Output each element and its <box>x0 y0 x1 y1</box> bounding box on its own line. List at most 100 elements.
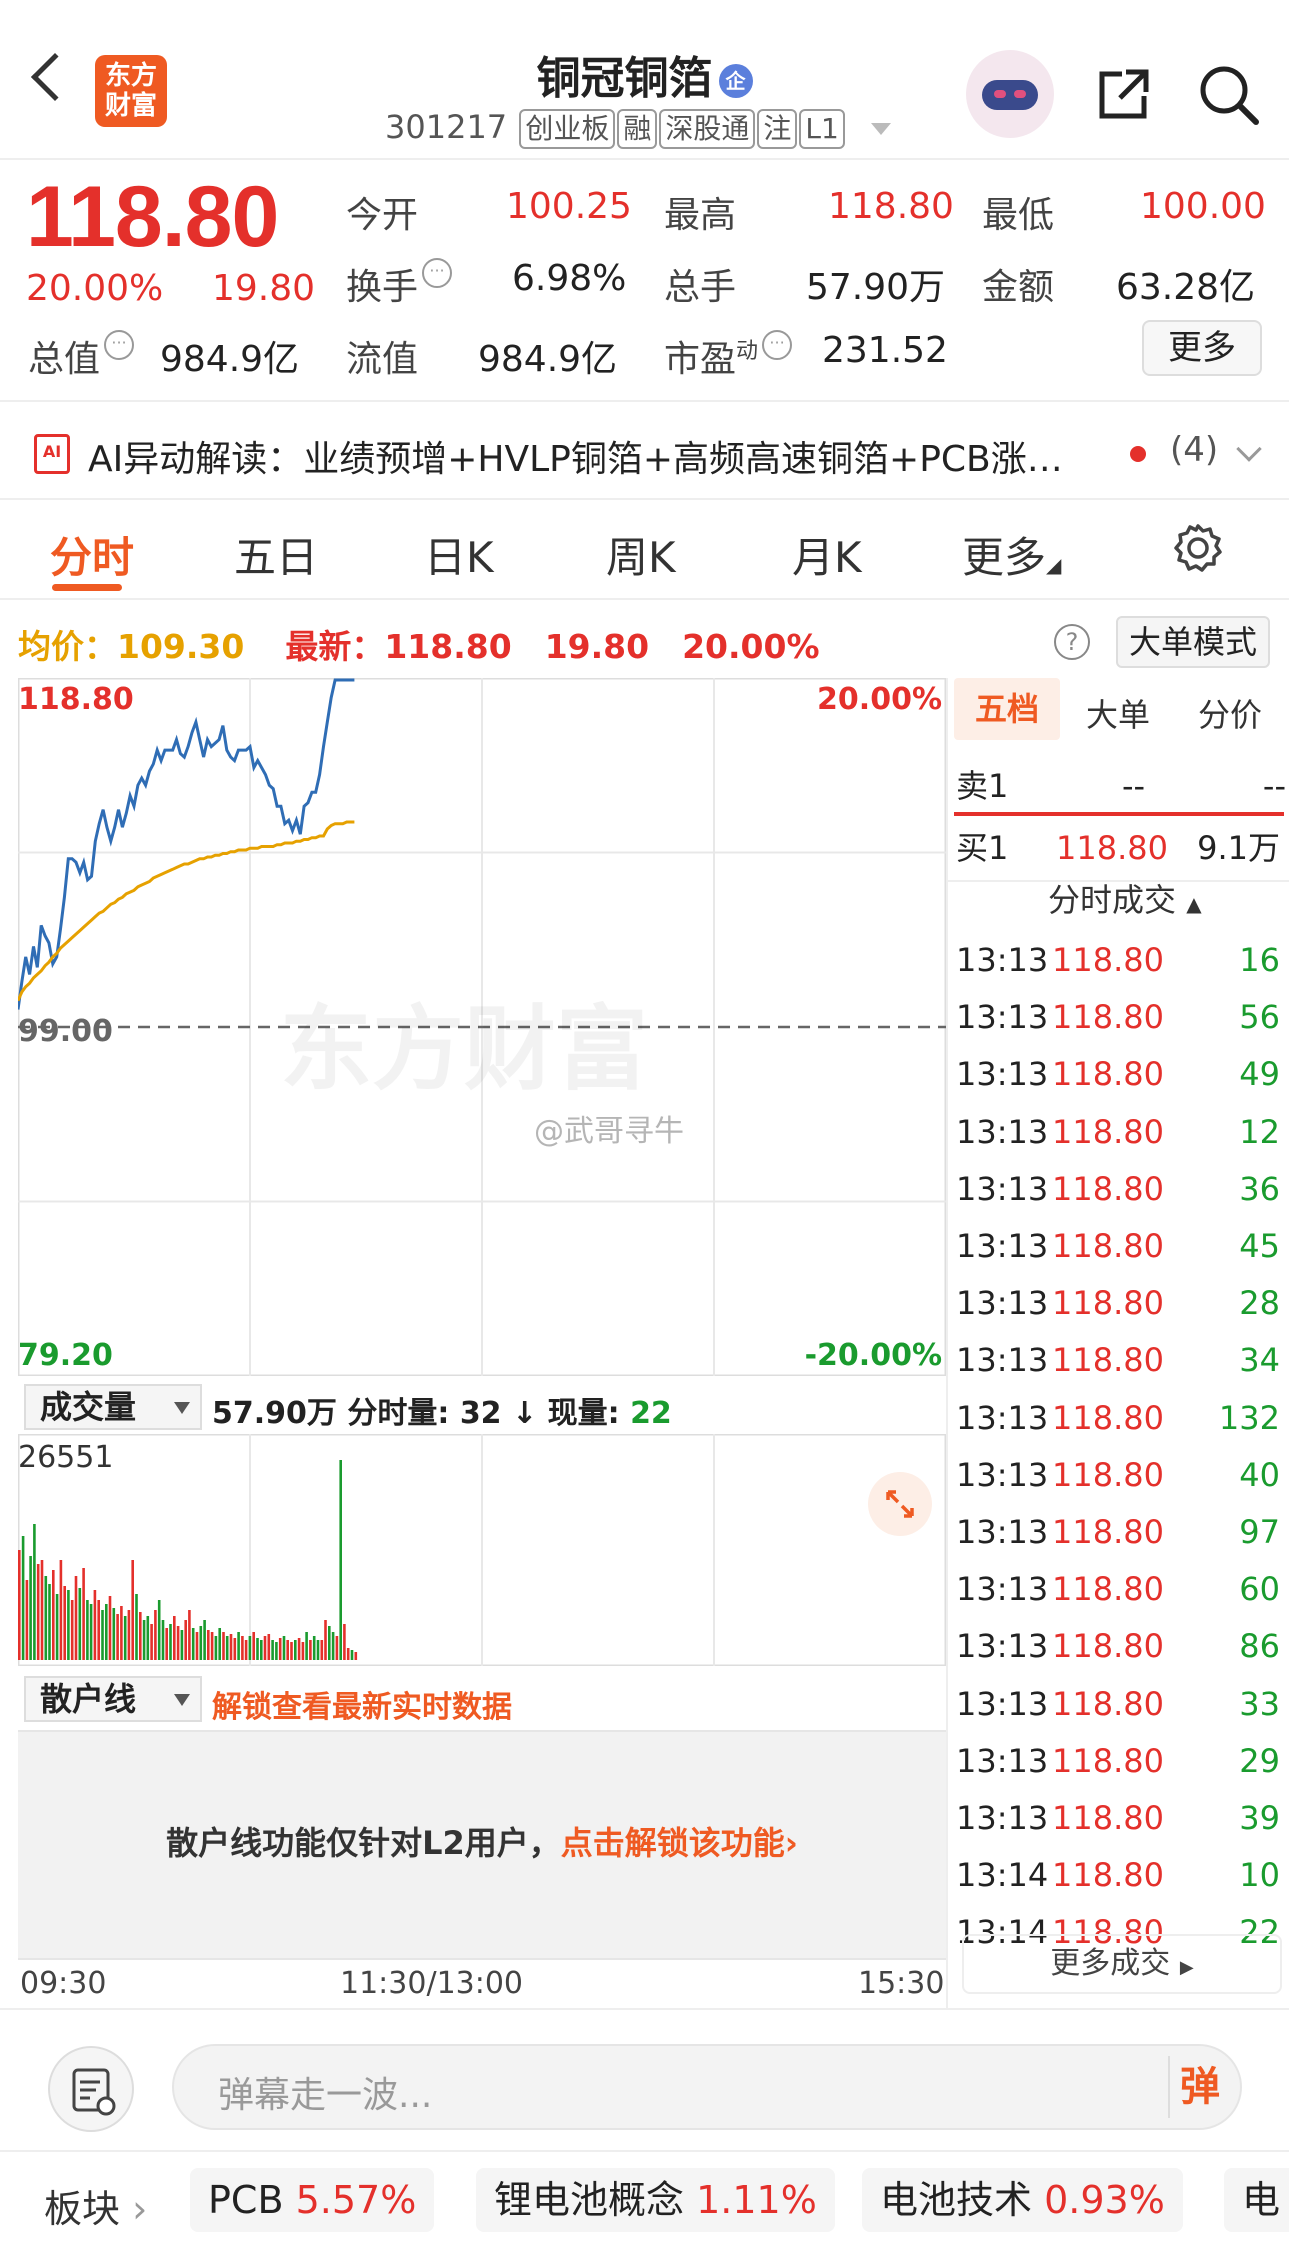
sector-label[interactable]: 板块 › <box>44 2178 147 2233</box>
last-price: 118.80 <box>26 169 279 265</box>
mktcap-label[interactable]: 总值 ··· <box>28 330 135 382</box>
tick-row: 13:13 118.80 28 <box>956 1275 1286 1332</box>
tick-price: 118.80 <box>1052 1799 1164 1837</box>
volume-bar <box>297 1638 301 1660</box>
tick-volume: 86 <box>1239 1627 1280 1666</box>
tick-row: 13:13 118.80 36 <box>956 1161 1286 1218</box>
tick-row: 13:13 118.80 49 <box>956 1046 1286 1103</box>
volume-bar <box>150 1624 153 1660</box>
volume-bar <box>275 1642 278 1660</box>
tick-row: 13:13 118.80 97 <box>956 1504 1286 1561</box>
tick-price: 118.80 <box>1052 1627 1164 1666</box>
tab-active-indicator <box>52 584 122 591</box>
volume-bar <box>44 1576 48 1660</box>
volume-bar <box>131 1560 134 1660</box>
volume-bar <box>21 1536 25 1660</box>
expand-icon[interactable] <box>868 1472 932 1536</box>
tab-big-orders[interactable]: 大单 <box>1086 690 1150 736</box>
help-icon[interactable]: ? <box>1054 624 1090 660</box>
tick-time: 13:13 <box>956 1169 1049 1208</box>
sector-chip[interactable]: 电 <box>1224 2168 1289 2232</box>
danmu-send-button[interactable]: 弹 <box>1168 2056 1230 2118</box>
volume-bar <box>173 1616 176 1660</box>
tab-monthly-k[interactable]: 月K <box>792 524 862 585</box>
chevron-down-icon[interactable] <box>1236 436 1262 462</box>
latest-pct: 20.00% <box>682 627 820 666</box>
danmu-placeholder: 弹幕走一波... <box>218 2075 433 2116</box>
volume-bar <box>331 1632 335 1660</box>
tick-volume: 40 <box>1239 1455 1280 1494</box>
volume-bar <box>93 1590 97 1660</box>
big-order-mode-button[interactable]: 大单模式 <box>1116 616 1270 668</box>
volume-value: 57.90万 <box>806 267 946 308</box>
chevron-down-icon[interactable] <box>870 123 891 135</box>
tab-weekly-k[interactable]: 周K <box>606 524 676 585</box>
tick-time: 13:13 <box>956 1513 1049 1551</box>
pct-top-label: 20.00% <box>817 682 942 717</box>
unlock-feature-link[interactable]: 点击解锁该功能› <box>561 1824 798 1862</box>
volume-bar <box>139 1612 142 1660</box>
ticks-title[interactable]: 分时成交 ▲ <box>1048 868 1288 936</box>
sector-pct: 5.57% <box>295 2178 417 2222</box>
sector-pct: 1.11% <box>696 2178 817 2222</box>
volume-bar <box>33 1524 36 1660</box>
tick-price: 118.80 <box>1052 1055 1164 1094</box>
sector-chip[interactable]: 锂电池概念 1.11% <box>476 2168 835 2232</box>
volume-bar <box>184 1620 187 1660</box>
volume-bar <box>207 1630 210 1660</box>
info-icon[interactable]: ··· <box>422 258 453 288</box>
tab-intraday[interactable]: 分时 <box>50 524 134 585</box>
cur-vol-value: 32 <box>459 1396 502 1431</box>
ai-insight-text: AI异动解读：业绩预增+HVLP铜箔+高频高速铜箔+PCB涨… <box>88 430 1118 482</box>
change-pct: 20.00% <box>26 268 164 309</box>
tab-price-dist[interactable]: 分价 <box>1198 690 1262 736</box>
cur-vol-label: 分时量: <box>347 1396 450 1431</box>
danmu-input[interactable]: 弹幕走一波... 弹 <box>172 2044 1242 2130</box>
volume-bar <box>74 1576 78 1660</box>
pct-bottom-label: -20.00% <box>804 1338 942 1373</box>
share-icon[interactable] <box>1096 66 1152 122</box>
more-ticks-button[interactable]: 更多成交 ▶ <box>962 1934 1282 1994</box>
float-cap-value: 984.9亿 <box>478 339 618 380</box>
amount-value: 63.28亿 <box>1116 267 1256 308</box>
volume-bar <box>48 1584 51 1660</box>
volume-bar <box>335 1636 339 1660</box>
message-icon[interactable] <box>48 2046 134 2132</box>
volume-bar <box>36 1564 40 1660</box>
quote-more-button[interactable]: 更多 <box>1142 320 1262 376</box>
ai-insight-row[interactable]: AI AI异动解读：业绩预增+HVLP铜箔+高频高速铜箔+PCB涨… (4) <box>0 400 1289 500</box>
tick-price: 118.80 <box>1052 998 1164 1037</box>
tick-volume: 36 <box>1239 1169 1280 1208</box>
tab-more-label: 更多 <box>962 533 1047 582</box>
indicator-selector-retail[interactable]: 散户线 <box>24 1676 202 1722</box>
locked-feature-panel[interactable]: 散户线功能仅针对L2用户，点击解锁该功能› <box>18 1730 946 1960</box>
info-icon[interactable]: ··· <box>104 330 135 360</box>
info-icon[interactable]: ··· <box>762 330 793 360</box>
tab-5day[interactable]: 五日 <box>234 524 318 585</box>
tab-five-levels[interactable]: 五档 <box>954 678 1060 740</box>
volume-chart[interactable]: 26551 <box>17 1433 947 1667</box>
tick-price: 118.80 <box>1052 1398 1164 1437</box>
turnover-label[interactable]: 换手 ··· <box>346 258 453 310</box>
sort-up-icon: ▲ <box>1186 892 1202 916</box>
sector-chip[interactable]: 电池技术 0.93% <box>862 2168 1183 2232</box>
tab-daily-k[interactable]: 日K <box>424 524 494 585</box>
sell1-row: 卖1 -- -- <box>956 758 1286 814</box>
pe-dynamic-sup: 动 <box>736 339 759 364</box>
unlock-link[interactable]: 解锁查看最新实时数据 <box>212 1682 512 1726</box>
volume-bar <box>82 1568 85 1660</box>
stock-code-row[interactable]: 301217 创业板融深股通注 L1 <box>385 108 891 149</box>
tick-row: 13:13 118.80 45 <box>956 1218 1286 1275</box>
tick-row: 13:13 118.80 56 <box>956 989 1286 1046</box>
ai-robot-avatar-icon[interactable] <box>966 50 1054 138</box>
search-icon[interactable] <box>1196 62 1260 126</box>
volume-bar <box>343 1624 346 1660</box>
tab-more[interactable]: 更多◢ <box>962 524 1061 585</box>
stock-header: 东方 财富 铜冠铜箔企 301217 创业板融深股通注 L1 <box>0 0 1289 160</box>
sector-chip[interactable]: PCB 5.57% <box>190 2168 435 2232</box>
settings-gear-icon[interactable] <box>1172 522 1224 574</box>
sector-name: 电 <box>1242 2178 1281 2222</box>
indicator-selector-volume[interactable]: 成交量 <box>24 1384 202 1430</box>
avg-value: 109.30 <box>117 627 245 666</box>
pe-label[interactable]: 市盈动 ··· <box>664 330 793 382</box>
